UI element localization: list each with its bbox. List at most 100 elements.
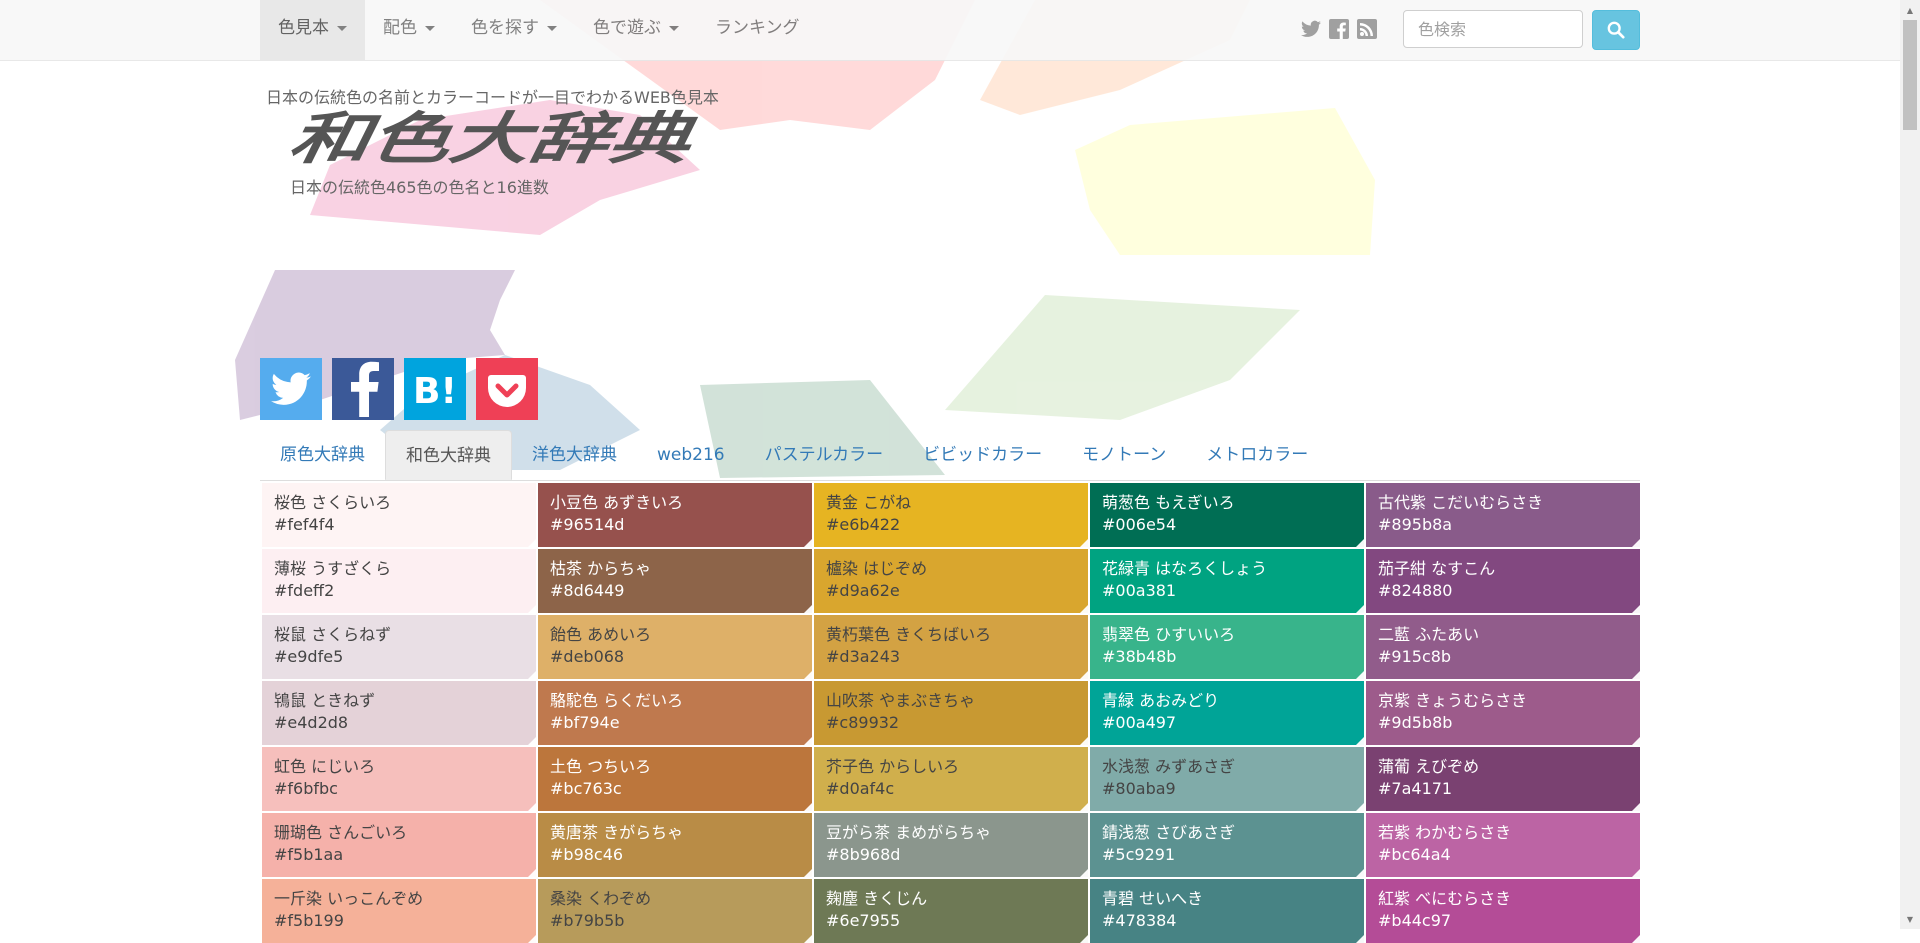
color-cell[interactable]: 桜鼠 さくらねず #e9dfe5 (262, 615, 536, 679)
color-hex: #915c8b (1378, 647, 1452, 666)
color-cell[interactable]: 黄朽葉色 きくちばいろ #d3a243 (814, 615, 1088, 679)
logo-text: 和色大辞典 (290, 108, 701, 168)
color-cell[interactable]: 花緑青 はなろくしょう #00a381 (1090, 549, 1364, 613)
tab-monotone[interactable]: モノトーン (1062, 430, 1186, 480)
color-name: 二藍 ふたあい (1378, 625, 1480, 644)
nav-item-haishoku[interactable]: 配色 (365, 0, 453, 60)
color-name: 鴇鼠 ときねず (274, 691, 376, 710)
color-hex: #e9dfe5 (274, 647, 344, 666)
twitter-share-button[interactable] (260, 358, 322, 420)
color-name: 青碧 せいへき (1102, 889, 1204, 908)
color-cell[interactable]: 珊瑚色 さんごいろ #f5b1aa (262, 813, 536, 877)
color-hex: #bc763c (550, 779, 622, 798)
color-cell[interactable]: 若紫 わかむらさき #bc64a4 (1366, 813, 1640, 877)
color-cell[interactable]: 枯茶 からちゃ #8d6449 (538, 549, 812, 613)
color-hex: #fef4f4 (274, 515, 335, 534)
color-cell[interactable]: 青緑 あおみどり #00a497 (1090, 681, 1364, 745)
color-hex: #7a4171 (1378, 779, 1453, 798)
color-hex: #824880 (1378, 581, 1453, 600)
color-hex: #895b8a (1378, 515, 1453, 534)
color-hex: #d0af4c (826, 779, 895, 798)
pocket-share-button[interactable] (476, 358, 538, 420)
facebook-icon[interactable] (1328, 18, 1350, 40)
hatena-bookmark-share-button[interactable]: B! (404, 358, 466, 420)
color-hex: #b98c46 (550, 845, 624, 864)
color-cell[interactable]: 水浅葱 みずあさぎ #80aba9 (1090, 747, 1364, 811)
nav-item-iromihon[interactable]: 色見本 (260, 0, 365, 60)
scroll-down-arrow-icon[interactable]: ▼ (1900, 909, 1920, 929)
color-cell[interactable]: 茄子紺 なすこん #824880 (1366, 549, 1640, 613)
color-hex: #38b48b (1102, 647, 1177, 666)
color-cell[interactable]: 蒲葡 えびぞめ #7a4171 (1366, 747, 1640, 811)
color-name: 黄唐茶 きがらちゃ (550, 823, 684, 842)
twitter-icon (271, 372, 311, 405)
search-button[interactable] (1592, 10, 1640, 50)
page-scrollbar[interactable]: ▲ ▼ (1900, 0, 1920, 929)
color-cell[interactable]: 錆浅葱 さびあさぎ #5c9291 (1090, 813, 1364, 877)
scroll-up-arrow-icon[interactable]: ▲ (1900, 0, 1920, 20)
color-cell[interactable]: 虹色 にじいろ #f6bfbc (262, 747, 536, 811)
color-cell[interactable]: 豆がら茶 まめがらちゃ #8b968d (814, 813, 1088, 877)
color-name: 茄子紺 なすこん (1378, 559, 1496, 578)
color-name: 駱駝色 らくだいろ (550, 691, 684, 710)
nav-menu: 色見本 配色 色を探す 色で遊ぶ ランキング (260, 0, 818, 60)
color-cell[interactable]: 萌葱色 もえぎいろ #006e54 (1090, 483, 1364, 547)
color-cell[interactable]: 山吹茶 やまぶきちゃ #c89932 (814, 681, 1088, 745)
color-cell[interactable]: 土色 つちいろ #bc763c (538, 747, 812, 811)
rss-icon[interactable] (1356, 18, 1378, 40)
color-cell[interactable]: 駱駝色 らくだいろ #bf794e (538, 681, 812, 745)
color-cell[interactable]: 翡翠色 ひすいいろ #38b48b (1090, 615, 1364, 679)
color-search-input[interactable] (1403, 10, 1583, 48)
social-links (1300, 18, 1378, 40)
color-cell[interactable]: 古代紫 こだいむらさき #895b8a (1366, 483, 1640, 547)
color-cell[interactable]: 紅紫 べにむらさき #b44c97 (1366, 879, 1640, 943)
twitter-icon[interactable] (1300, 18, 1322, 40)
color-name: 古代紫 こだいむらさき (1378, 493, 1544, 512)
color-cell[interactable]: 黄唐茶 きがらちゃ #b98c46 (538, 813, 812, 877)
color-cell[interactable]: 二藍 ふたあい #915c8b (1366, 615, 1640, 679)
color-cell[interactable]: 櫨染 はじぞめ #d9a62e (814, 549, 1088, 613)
color-cell[interactable]: 飴色 あめいろ #deb068 (538, 615, 812, 679)
scroll-thumb[interactable] (1903, 20, 1917, 130)
color-cell[interactable]: 芥子色 からしいろ #d0af4c (814, 747, 1088, 811)
color-cell[interactable]: 麹塵 きくじん #6e7955 (814, 879, 1088, 943)
color-cell[interactable]: 黄金 こがね #e6b422 (814, 483, 1088, 547)
tab-washoku[interactable]: 和色大辞典 (385, 430, 512, 480)
tab-pastel[interactable]: パステルカラー (745, 430, 904, 480)
color-cell[interactable]: 京紫 きょうむらさき #9d5b8b (1366, 681, 1640, 745)
color-hex: #d9a62e (826, 581, 900, 600)
facebook-icon (351, 361, 379, 417)
color-name: 紅紫 べにむらさき (1378, 889, 1512, 908)
tab-web216[interactable]: web216 (637, 430, 745, 480)
color-cell[interactable]: 桜色 さくらいろ #fef4f4 (262, 483, 536, 547)
color-hex: #c89932 (826, 713, 900, 732)
tab-metro[interactable]: メトロカラー (1186, 430, 1328, 480)
tab-youshoku[interactable]: 洋色大辞典 (512, 430, 637, 480)
caret-down-icon (547, 25, 557, 31)
site-logo[interactable]: 和色大辞典 (285, 107, 710, 172)
color-hex: #e6b422 (826, 515, 901, 534)
tab-genshoku[interactable]: 原色大辞典 (260, 430, 385, 480)
color-cell[interactable]: 一斤染 いっこんぞめ #f5b199 (262, 879, 536, 943)
color-hex: #006e54 (1102, 515, 1177, 534)
color-hex: #8b968d (826, 845, 901, 864)
share-buttons: B! (260, 358, 538, 420)
nav-item-play[interactable]: 色で遊ぶ (575, 0, 697, 60)
color-cell[interactable]: 薄桜 うすざくら #fdeff2 (262, 549, 536, 613)
color-name: 桜色 さくらいろ (274, 493, 392, 512)
color-cell[interactable]: 桑染 くわぞめ #b79b5b (538, 879, 812, 943)
facebook-share-button[interactable] (332, 358, 394, 420)
hatena-bookmark-icon: B! (413, 371, 457, 409)
caret-down-icon (669, 25, 679, 31)
nav-item-ranking[interactable]: ランキング (697, 0, 818, 60)
nav-item-search-color[interactable]: 色を探す (453, 0, 575, 60)
color-cell[interactable]: 鴇鼠 ときねず #e4d2d8 (262, 681, 536, 745)
nav-label: 色見本 (278, 18, 329, 38)
color-name: 翡翠色 ひすいいろ (1102, 625, 1236, 644)
color-name: 山吹茶 やまぶきちゃ (826, 691, 976, 710)
color-name: 櫨染 はじぞめ (826, 559, 928, 578)
color-cell[interactable]: 青碧 せいへき #478384 (1090, 879, 1364, 943)
color-name: 桜鼠 さくらねず (274, 625, 392, 644)
color-cell[interactable]: 小豆色 あずきいろ #96514d (538, 483, 812, 547)
tab-vivid[interactable]: ビビッドカラー (903, 430, 1062, 480)
